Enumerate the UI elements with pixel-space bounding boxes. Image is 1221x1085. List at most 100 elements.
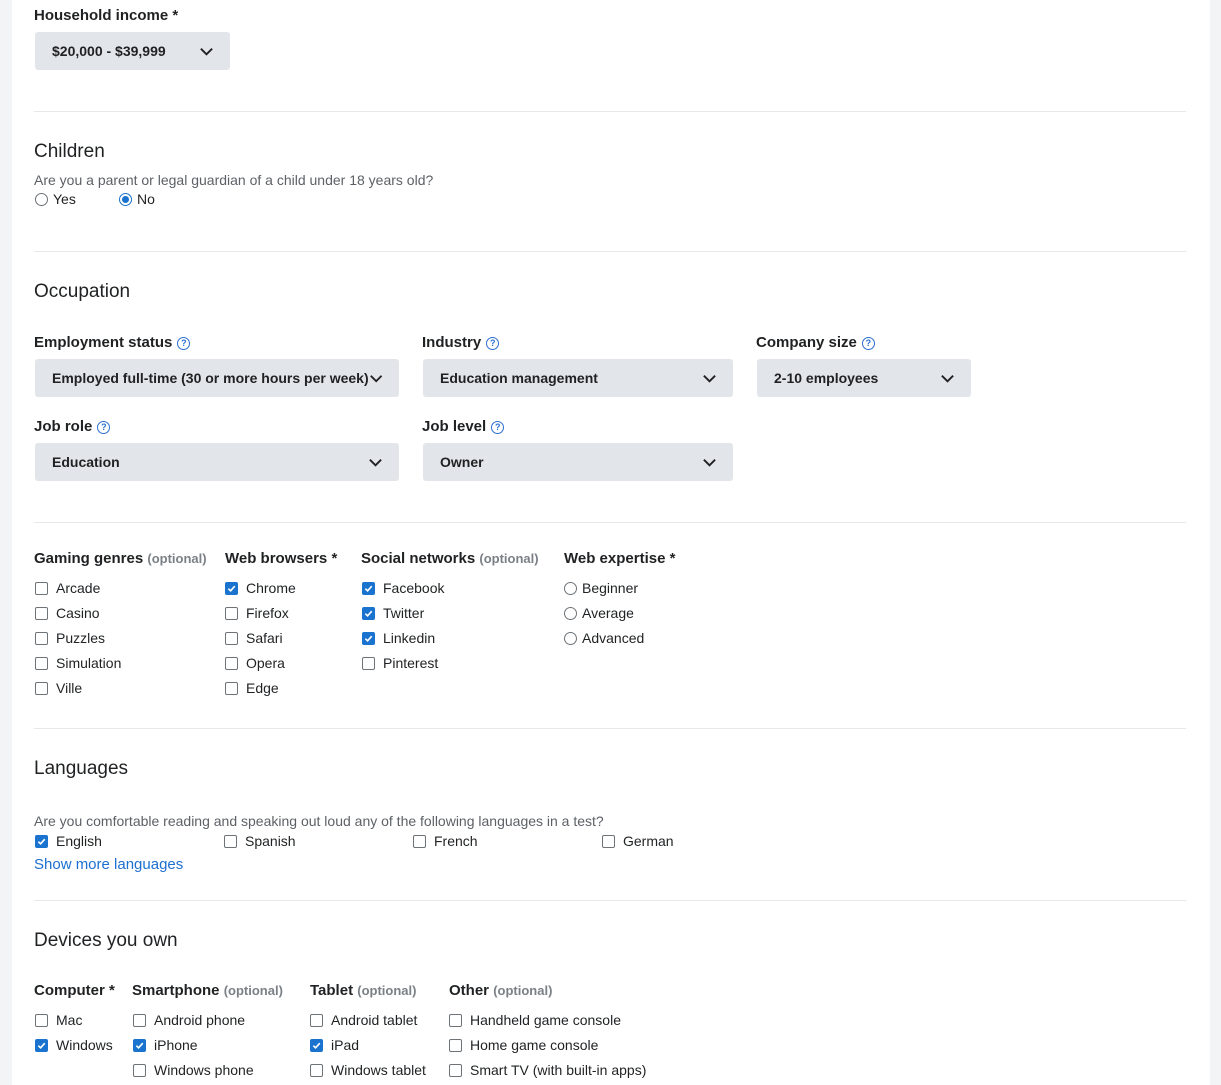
industry-select[interactable]: Education management: [423, 359, 733, 397]
checkbox-empty-icon[interactable]: [225, 631, 238, 645]
checkbox-empty-icon[interactable]: [225, 681, 238, 695]
household-income-select[interactable]: $20,000 - $39,999: [35, 32, 230, 70]
checkbox-checked-icon[interactable]: [35, 834, 48, 848]
checkbox-iphone[interactable]: iPhone: [133, 1037, 198, 1053]
option-label: iPhone: [154, 1037, 198, 1053]
checkbox-empty-icon[interactable]: [35, 631, 48, 645]
checkbox-checked-icon[interactable]: [362, 631, 375, 645]
job-role-select[interactable]: Education: [35, 443, 399, 481]
checkbox-simulation[interactable]: Simulation: [35, 655, 121, 671]
checkbox-empty-icon[interactable]: [449, 1038, 462, 1052]
checkbox-ipad[interactable]: iPad: [310, 1037, 359, 1053]
checkbox-empty-icon[interactable]: [225, 656, 238, 670]
option-label: Opera: [246, 655, 285, 671]
checkbox-windows[interactable]: Windows: [35, 1037, 113, 1053]
profile-form-panel: Household income * $20,000 - $39,999 Chi…: [12, 0, 1210, 1085]
checkbox-empty-icon[interactable]: [133, 1013, 146, 1027]
checkbox-windows-tablet[interactable]: Windows tablet: [310, 1062, 426, 1078]
help-icon[interactable]: ?: [491, 420, 505, 434]
checkbox-pinterest[interactable]: Pinterest: [362, 655, 438, 671]
option-label: Windows tablet: [331, 1062, 426, 1078]
checkbox-chrome[interactable]: Chrome: [225, 580, 296, 596]
checkbox-twitter[interactable]: Twitter: [362, 605, 424, 621]
checkbox-mac[interactable]: Mac: [35, 1012, 82, 1028]
job-role-value: Education: [52, 454, 120, 470]
checkbox-facebook[interactable]: Facebook: [362, 580, 444, 596]
checkbox-english[interactable]: English: [35, 833, 102, 849]
option-label: No: [137, 191, 155, 207]
checkbox-smart-tv-with-built-in-apps[interactable]: Smart TV (with built-in apps): [449, 1062, 646, 1078]
checkbox-empty-icon[interactable]: [449, 1063, 462, 1077]
checkbox-empty-icon[interactable]: [35, 606, 48, 620]
checkbox-empty-icon[interactable]: [362, 656, 375, 670]
checkbox-empty-icon[interactable]: [449, 1013, 462, 1027]
industry-value: Education management: [440, 370, 598, 386]
radio-empty-icon[interactable]: [35, 192, 48, 206]
checkbox-home-game-console[interactable]: Home game console: [449, 1037, 598, 1053]
optional-tag: (optional): [493, 983, 553, 998]
checkbox-empty-icon[interactable]: [310, 1013, 323, 1027]
option-label: Casino: [56, 605, 100, 621]
checkbox-opera[interactable]: Opera: [225, 655, 285, 671]
checkbox-empty-icon[interactable]: [225, 606, 238, 620]
checkbox-empty-icon[interactable]: [224, 834, 237, 848]
checkbox-arcade[interactable]: Arcade: [35, 580, 100, 596]
option-label: Android tablet: [331, 1012, 418, 1028]
company-size-select[interactable]: 2-10 employees: [757, 359, 971, 397]
divider: [34, 728, 1186, 729]
job-level-select[interactable]: Owner: [423, 443, 733, 481]
checkbox-spanish[interactable]: Spanish: [224, 833, 296, 849]
radio-empty-icon[interactable]: [564, 631, 577, 645]
checkbox-empty-icon[interactable]: [310, 1063, 323, 1077]
checkbox-puzzles[interactable]: Puzzles: [35, 630, 105, 646]
radio-selected-icon[interactable]: [119, 192, 132, 206]
checkbox-safari[interactable]: Safari: [225, 630, 283, 646]
checkbox-android-tablet[interactable]: Android tablet: [310, 1012, 417, 1028]
checkbox-empty-icon[interactable]: [133, 1063, 146, 1077]
checkbox-edge[interactable]: Edge: [225, 680, 279, 696]
checkbox-empty-icon[interactable]: [35, 581, 48, 595]
option-label: Linkedin: [383, 630, 436, 646]
checkbox-checked-icon[interactable]: [133, 1038, 146, 1052]
radio-yes[interactable]: Yes: [35, 191, 76, 207]
show-more-languages-link[interactable]: Show more languages: [34, 856, 183, 873]
checkbox-empty-icon[interactable]: [35, 656, 48, 670]
radio-empty-icon[interactable]: [564, 581, 577, 595]
help-icon[interactable]: ?: [486, 336, 500, 350]
web-browsers-label: Web browsers *: [225, 550, 337, 567]
web-browsers-label-text: Web browsers: [225, 550, 328, 567]
job-level-value: Owner: [440, 454, 484, 470]
option-label: Chrome: [246, 580, 296, 596]
languages-title: Languages: [34, 758, 129, 779]
checkbox-german[interactable]: German: [602, 833, 674, 849]
required-mark: *: [669, 550, 676, 567]
help-icon[interactable]: ?: [97, 420, 111, 434]
option-label: Android phone: [154, 1012, 246, 1028]
radio-beginner[interactable]: Beginner: [564, 580, 638, 596]
help-icon[interactable]: ?: [177, 336, 191, 350]
radio-advanced[interactable]: Advanced: [564, 630, 644, 646]
checkbox-checked-icon[interactable]: [225, 581, 238, 595]
checkbox-casino[interactable]: Casino: [35, 605, 100, 621]
checkbox-firefox[interactable]: Firefox: [225, 605, 289, 621]
checkbox-checked-icon[interactable]: [35, 1038, 48, 1052]
checkbox-handheld-game-console[interactable]: Handheld game console: [449, 1012, 621, 1028]
employment-status-select[interactable]: Employed full-time (30 or more hours per…: [35, 359, 399, 397]
checkbox-checked-icon[interactable]: [362, 606, 375, 620]
checkbox-checked-icon[interactable]: [362, 581, 375, 595]
checkbox-windows-phone[interactable]: Windows phone: [133, 1062, 254, 1078]
checkbox-empty-icon[interactable]: [413, 834, 426, 848]
radio-average[interactable]: Average: [564, 605, 634, 621]
checkbox-linkedin[interactable]: Linkedin: [362, 630, 435, 646]
checkbox-french[interactable]: French: [413, 833, 478, 849]
help-icon[interactable]: ?: [861, 336, 875, 350]
checkbox-empty-icon[interactable]: [602, 834, 615, 848]
checkbox-empty-icon[interactable]: [35, 1013, 48, 1027]
checkbox-android-phone[interactable]: Android phone: [133, 1012, 245, 1028]
radio-no[interactable]: No: [119, 191, 155, 207]
checkbox-checked-icon[interactable]: [310, 1038, 323, 1052]
option-label: Yes: [53, 191, 76, 207]
radio-empty-icon[interactable]: [564, 606, 577, 620]
checkbox-empty-icon[interactable]: [35, 681, 48, 695]
checkbox-ville[interactable]: Ville: [35, 680, 82, 696]
